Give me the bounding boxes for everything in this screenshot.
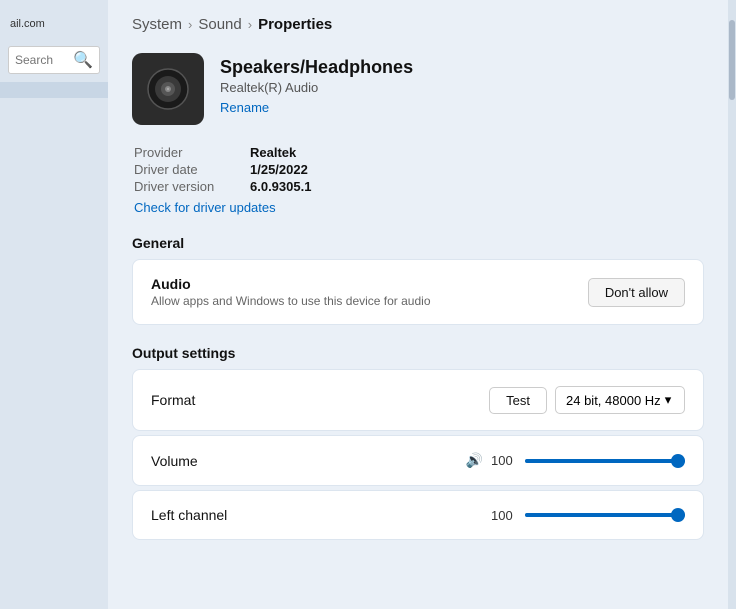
sidebar: ail.com 🔍 [0, 0, 108, 609]
sidebar-email: ail.com [0, 10, 108, 38]
device-header: Speakers/Headphones Realtek(R) Audio Ren… [132, 53, 704, 125]
device-subtitle: Realtek(R) Audio [220, 80, 413, 95]
audio-desc: Allow apps and Windows to use this devic… [151, 294, 431, 308]
search-icon: 🔍 [73, 50, 93, 70]
breadcrumb-sep2: › [248, 17, 252, 32]
driver-version-label: Driver version [134, 179, 234, 194]
device-info: Speakers/Headphones Realtek(R) Audio Ren… [220, 53, 413, 117]
left-channel-slider[interactable] [525, 513, 685, 517]
volume-slider-thumb[interactable] [671, 454, 685, 468]
breadcrumb: System › Sound › Properties [132, 16, 704, 33]
volume-label: Volume [151, 453, 198, 469]
search-bar[interactable]: 🔍 [8, 46, 100, 74]
format-controls: Test 24 bit, 48000 Hz ▾ [489, 386, 685, 414]
driver-version-row: Driver version 6.0.9305.1 [134, 179, 704, 194]
driver-info: Provider Realtek Driver date 1/25/2022 D… [132, 145, 704, 217]
volume-slider[interactable] [525, 459, 685, 463]
breadcrumb-sep1: › [188, 17, 192, 32]
driver-date-label: Driver date [134, 162, 234, 177]
driver-date-row: Driver date 1/25/2022 [134, 162, 704, 177]
provider-label: Provider [134, 145, 234, 160]
left-channel-card: Left channel 100 [132, 490, 704, 540]
driver-date-value: 1/25/2022 [250, 162, 308, 177]
audio-card: Audio Allow apps and Windows to use this… [132, 259, 704, 325]
audio-title: Audio [151, 276, 431, 292]
format-row: Format Test 24 bit, 48000 Hz ▾ [151, 386, 685, 414]
volume-row: Volume 🔊 100 [151, 452, 685, 469]
main-content: System › Sound › Properties Speakers/Hea… [108, 0, 728, 609]
breadcrumb-system[interactable]: System [132, 16, 182, 33]
volume-card: Volume 🔊 100 [132, 435, 704, 486]
driver-provider-row: Provider Realtek [134, 145, 704, 160]
breadcrumb-sound[interactable]: Sound [198, 16, 241, 33]
provider-value: Realtek [250, 145, 296, 160]
volume-controls: 🔊 100 [466, 452, 685, 469]
chevron-down-icon: ▾ [665, 392, 672, 408]
volume-slider-fill [525, 459, 685, 463]
check-updates-link[interactable]: Check for driver updates [134, 200, 276, 215]
format-select[interactable]: 24 bit, 48000 Hz ▾ [555, 386, 685, 414]
driver-version-value: 6.0.9305.1 [250, 179, 311, 194]
left-channel-value: 100 [491, 508, 517, 523]
speaker-icon [146, 67, 190, 111]
left-channel-controls: 100 [491, 508, 685, 523]
test-button[interactable]: Test [489, 387, 547, 414]
volume-icon: 🔊 [466, 452, 483, 469]
general-section-title: General [132, 235, 704, 251]
scrollbar-thumb[interactable] [729, 20, 735, 100]
volume-value: 100 [491, 453, 517, 468]
sidebar-selected-item[interactable] [0, 82, 108, 98]
format-value: 24 bit, 48000 Hz [566, 393, 661, 408]
left-channel-label: Left channel [151, 507, 227, 523]
dont-allow-button[interactable]: Don't allow [588, 278, 685, 307]
format-label: Format [151, 392, 195, 408]
rename-link[interactable]: Rename [220, 100, 269, 115]
scrollbar[interactable] [728, 0, 736, 609]
format-card: Format Test 24 bit, 48000 Hz ▾ [132, 369, 704, 431]
audio-text: Audio Allow apps and Windows to use this… [151, 276, 431, 308]
search-input[interactable] [15, 53, 73, 67]
left-channel-slider-thumb[interactable] [671, 508, 685, 522]
left-channel-row: Left channel 100 [151, 507, 685, 523]
output-settings-title: Output settings [132, 345, 704, 361]
device-name: Speakers/Headphones [220, 57, 413, 78]
device-icon [132, 53, 204, 125]
audio-row: Audio Allow apps and Windows to use this… [151, 276, 685, 308]
left-channel-slider-fill [525, 513, 685, 517]
breadcrumb-current: Properties [258, 16, 332, 33]
